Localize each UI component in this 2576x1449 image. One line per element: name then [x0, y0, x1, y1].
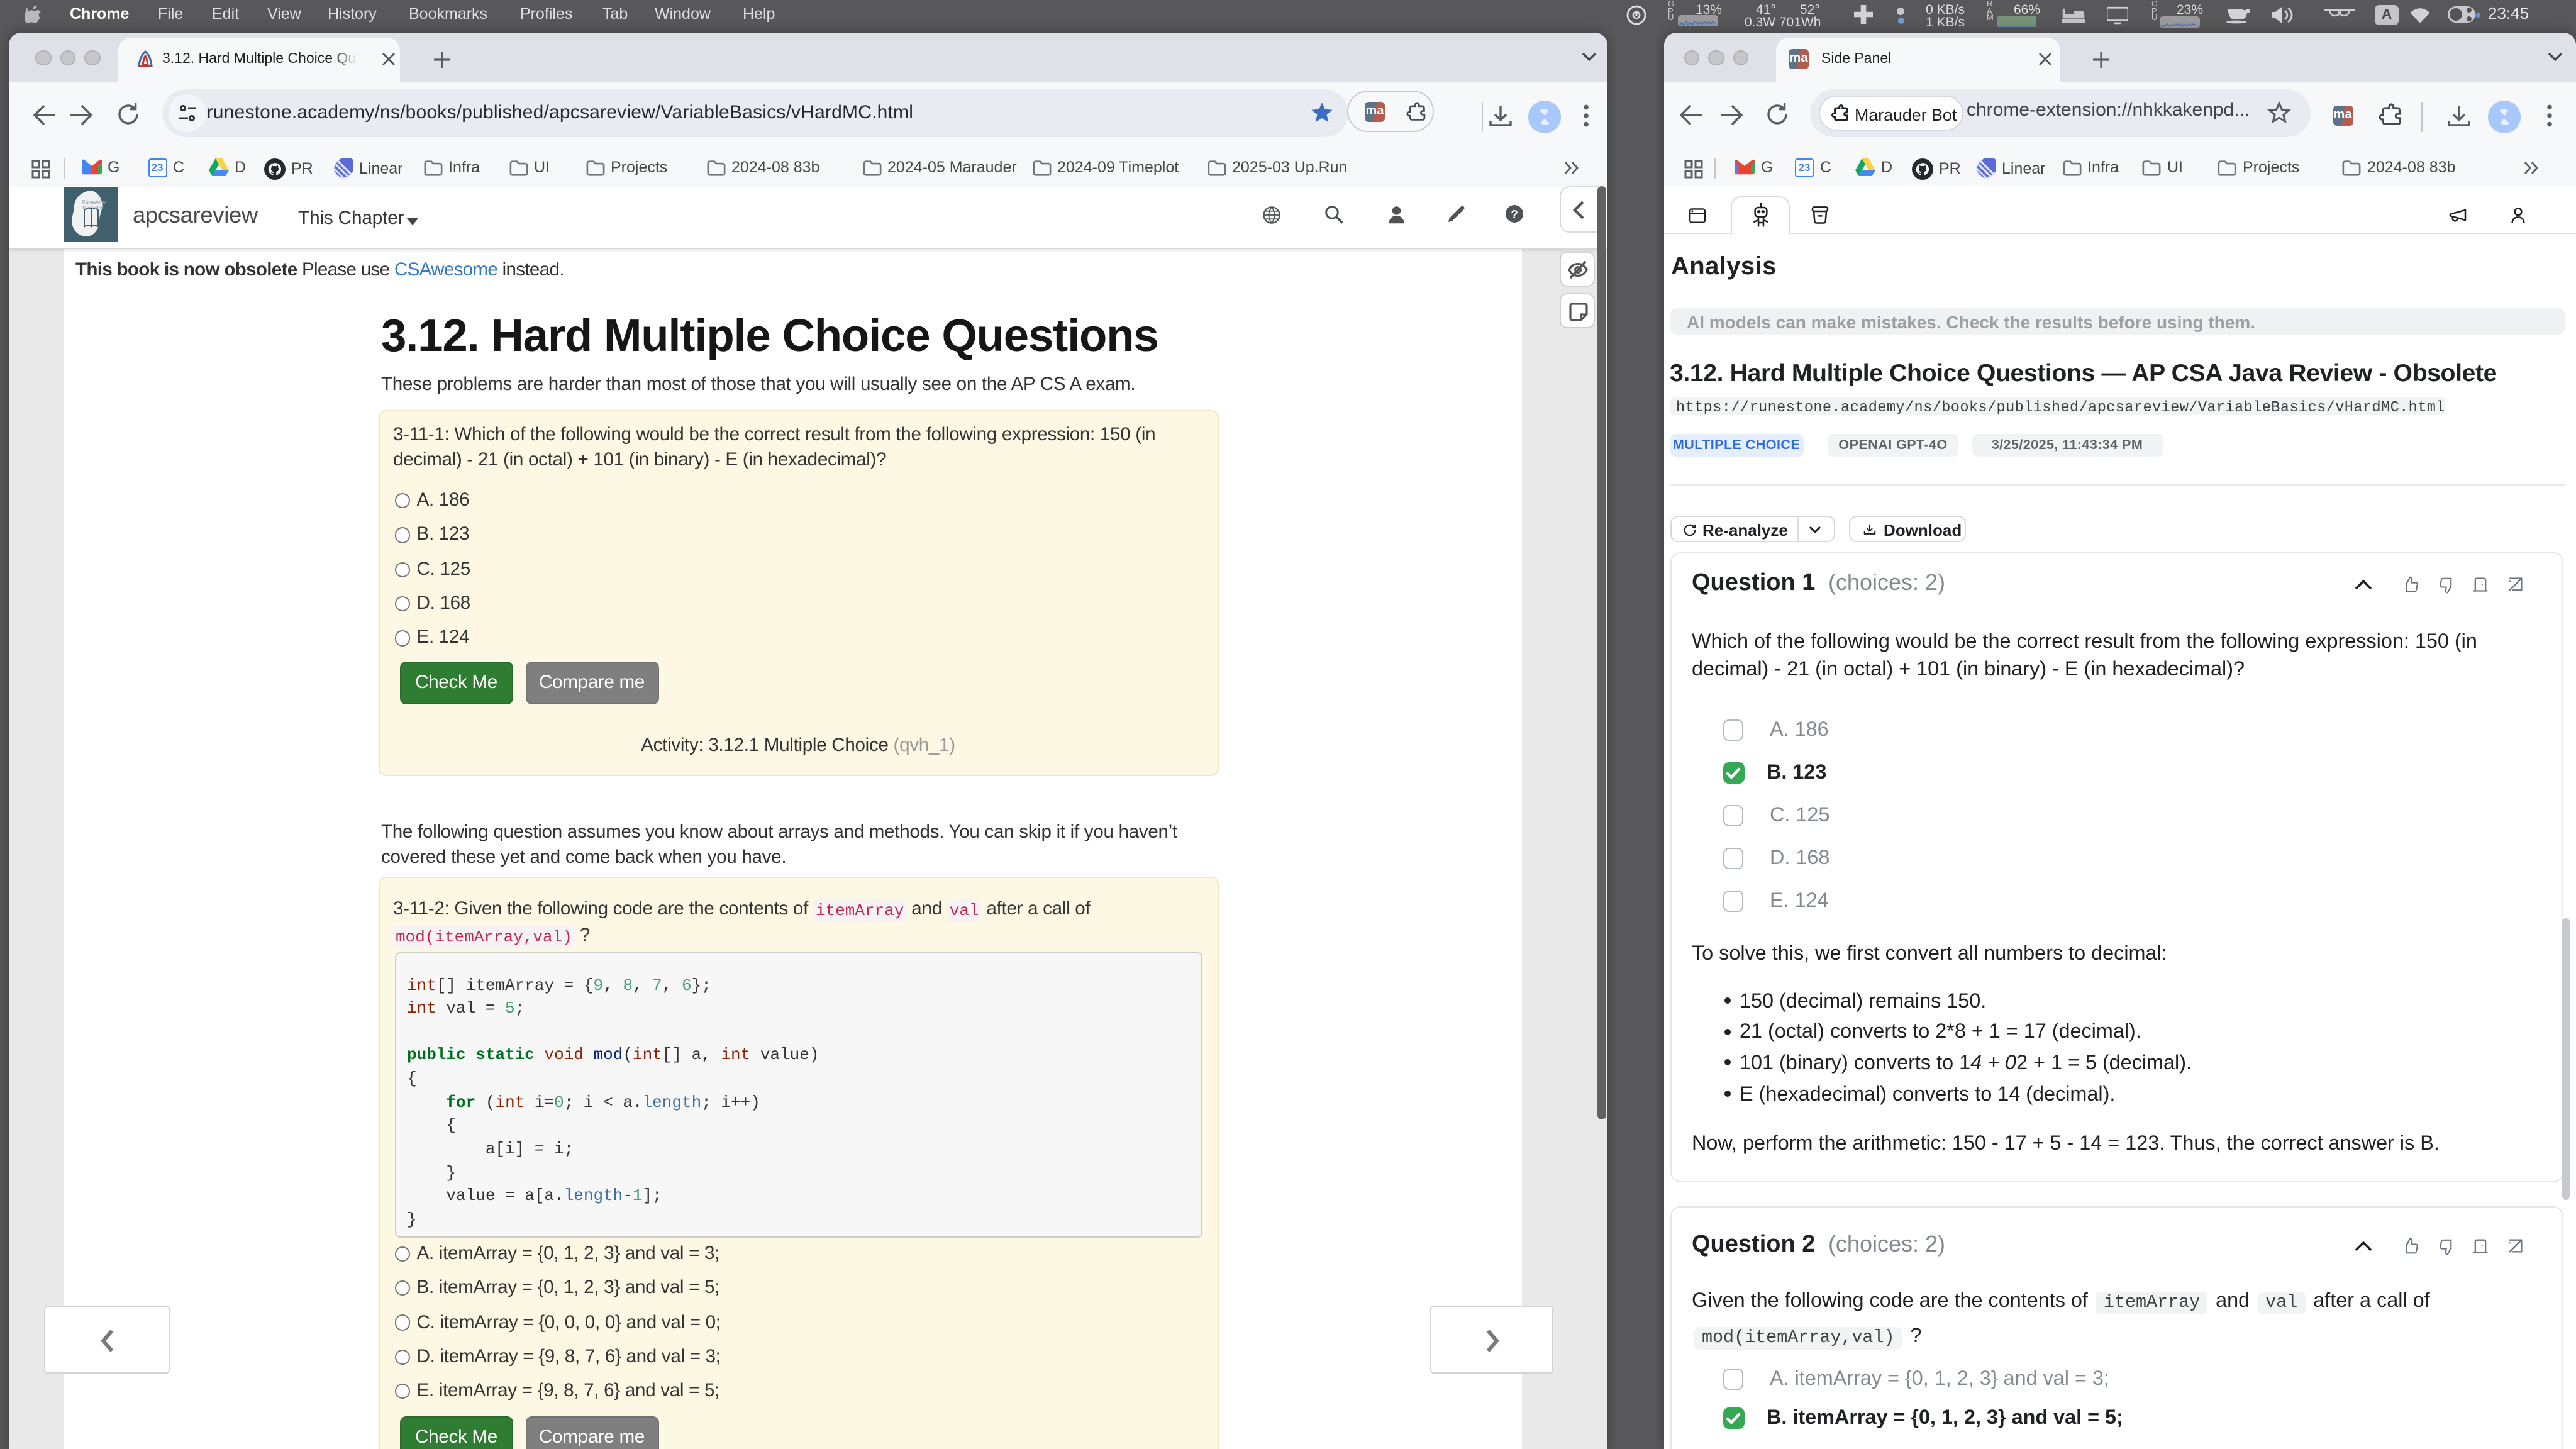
svg-text:Interactive: Interactive — [82, 204, 104, 211]
svg-text:?: ? — [1511, 208, 1518, 221]
